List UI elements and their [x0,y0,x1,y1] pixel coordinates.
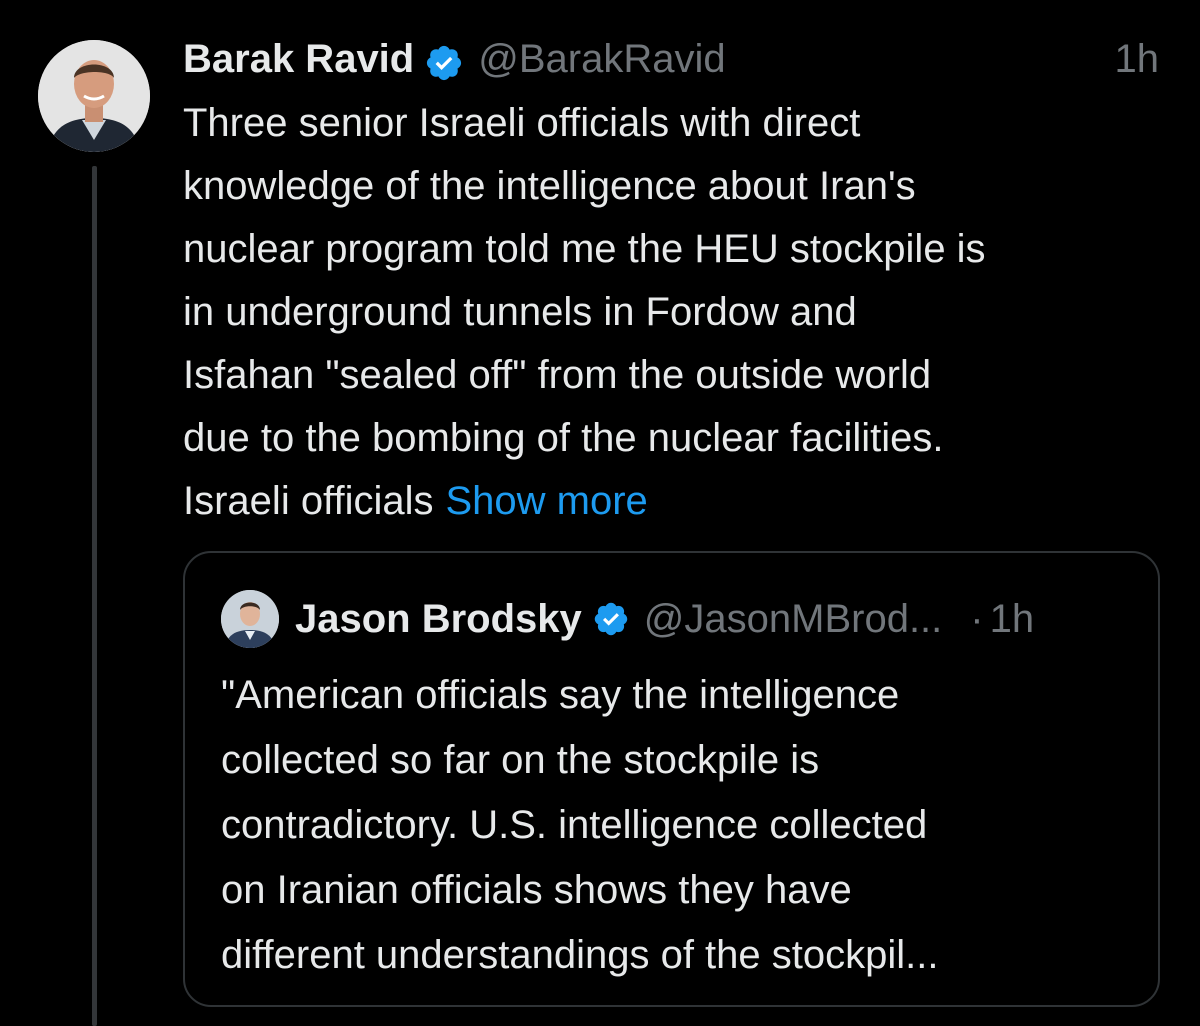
quoted-author-avatar[interactable] [221,590,279,648]
tweet-text-line: Israeli officials [183,479,434,523]
quoted-tweet-header: Jason Brodsky @JasonMBrod... · 1h [221,589,1034,649]
tweet-text-line: Isfahan "sealed off" from the outside wo… [183,353,932,397]
quoted-tweet-text: "American officials say the intelligence… [221,663,938,988]
avatar-photo-icon [38,40,150,152]
tweet-text: Three senior Israeli officials with dire… [183,92,1173,533]
tweet[interactable]: Barak Ravid @BarakRavid 1h Three senior … [183,28,1173,533]
quoted-author-display-name[interactable]: Jason Brodsky [295,597,582,642]
author-handle[interactable]: @BarakRavid [478,28,725,90]
tweet-text-last-line: Israeli officials Show more [183,470,1173,533]
author-avatar[interactable] [38,40,150,152]
avatar-photo-icon [221,590,279,648]
separator-dot: · [970,596,984,641]
tweet-header: Barak Ravid @BarakRavid [183,28,1173,90]
verified-badge-icon[interactable] [424,39,464,81]
quoted-text-line: on Iranian officials shows they have [221,868,852,912]
quoted-text-line: different understandings of the stockpil… [221,933,939,977]
quoted-tweet-timestamp[interactable]: 1h [990,597,1035,642]
tweet-text-line: knowledge of the intelligence about Iran… [183,164,916,208]
tweet-text-line: in underground tunnels in Fordow and [183,290,857,334]
verified-badge-icon[interactable] [592,600,630,638]
tweet-timestamp[interactable]: 1h [1115,28,1160,90]
quoted-author-handle[interactable]: @JasonMBrod... [644,597,943,642]
thread-connector-line [92,166,97,1026]
quoted-text-line: "American officials say the intelligence [221,673,900,717]
quoted-tweet-card[interactable]: Jason Brodsky @JasonMBrod... · 1h "Ameri… [183,551,1160,1007]
tweet-text-line: Three senior Israeli officials with dire… [183,101,861,145]
quoted-text-line: collected so far on the stockpile is [221,738,820,782]
author-display-name[interactable]: Barak Ravid [183,28,414,90]
show-more-link[interactable]: Show more [445,479,647,523]
tweet-text-line: due to the bombing of the nuclear facili… [183,416,944,460]
quoted-text-line: contradictory. U.S. intelligence collect… [221,803,928,847]
tweet-text-line: nuclear program told me the HEU stockpil… [183,227,986,271]
